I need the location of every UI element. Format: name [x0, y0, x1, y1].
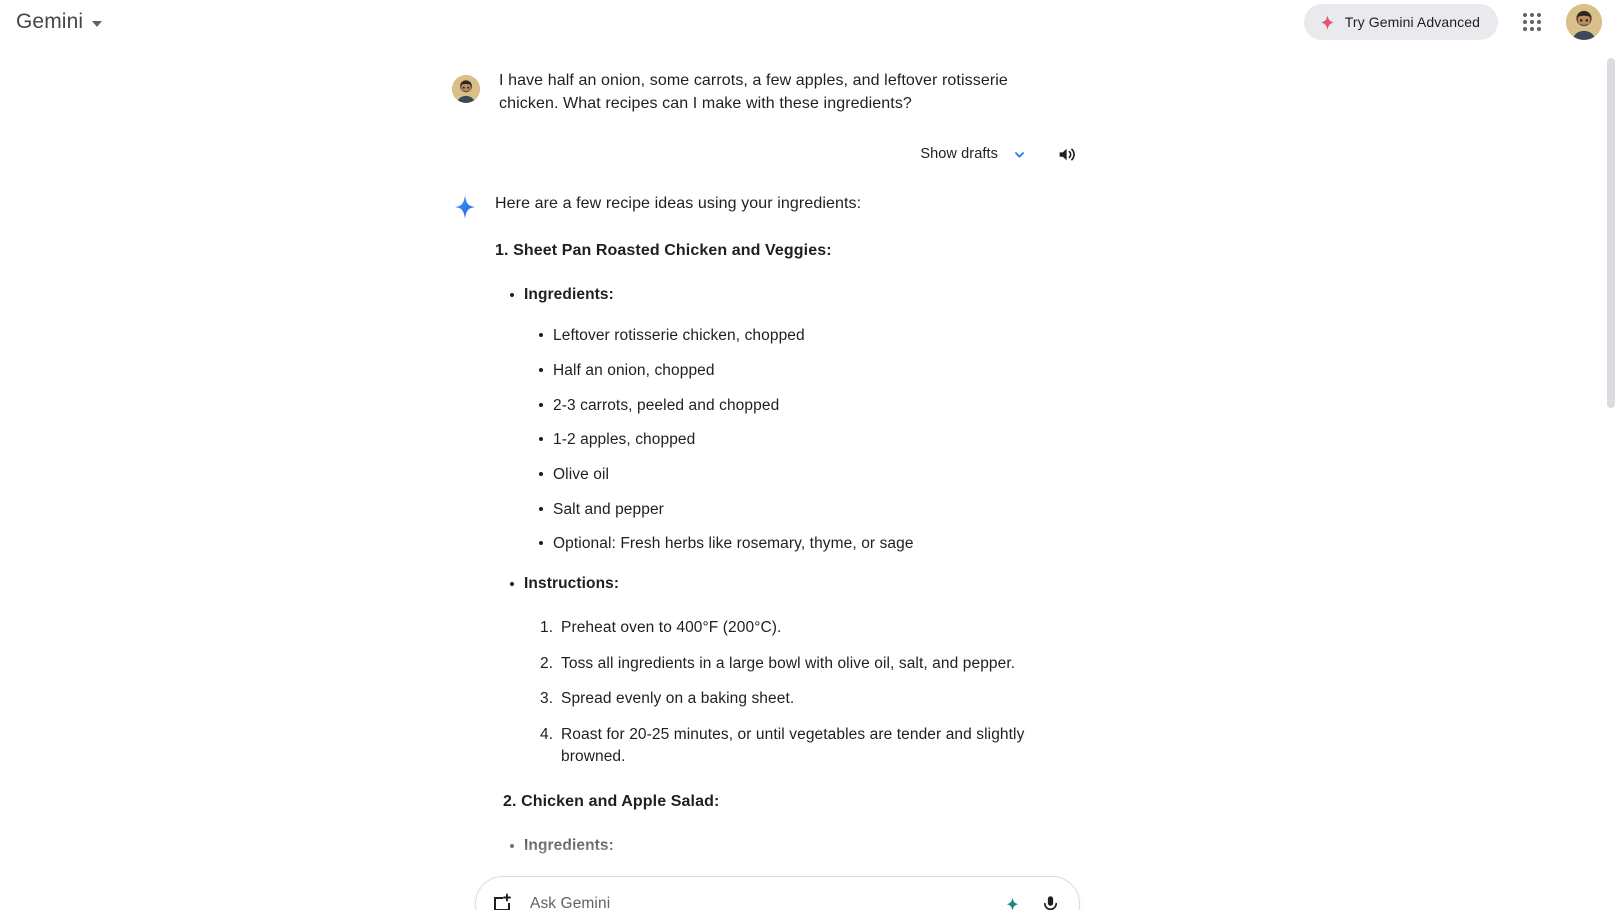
top-bar: Gemini Try Gemini Advanced: [0, 0, 1618, 44]
speaker-volume-icon: [1059, 148, 1075, 161]
scrollbar-thumb[interactable]: [1607, 58, 1615, 408]
list-item: Olive oil: [539, 464, 1092, 486]
model-turn: Here are a few recipe ideas using your i…: [452, 192, 1092, 910]
account-avatar-button[interactable]: [1566, 4, 1602, 40]
model-answer: Here are a few recipe ideas using your i…: [495, 192, 1092, 910]
composer-bar[interactable]: [475, 876, 1080, 910]
list-item: Salt and pepper: [539, 499, 1092, 521]
user-avatar: [452, 75, 480, 103]
recipe-heading: 2. Chicken and Apple Salad:: [503, 793, 720, 811]
ingredient-list: Leftover rotisserie chicken, chopped Hal…: [524, 325, 1092, 555]
show-drafts-label: Show drafts: [920, 146, 998, 163]
drafts-row: Show drafts: [452, 134, 1092, 174]
conversation-scroll-area[interactable]: I have half an onion, some carrots, a fe…: [0, 44, 1618, 910]
listen-speaker-button[interactable]: [1047, 134, 1087, 174]
microphone-button[interactable]: [1037, 891, 1063, 910]
gemini-sparkle-icon: [454, 195, 476, 220]
sparkle-icon: [1320, 14, 1334, 30]
answer-intro: Here are a few recipe ideas using your i…: [495, 195, 862, 213]
list-item: Spread evenly on a baking sheet.: [540, 688, 795, 709]
instruction-list: Preheat oven to 400°F (200°C). Toss all …: [524, 617, 1092, 767]
list-item: Half an onion, chopped: [539, 360, 1092, 382]
chevron-down-icon: [1015, 152, 1024, 158]
top-bar-actions: Try Gemini Advanced: [1303, 0, 1618, 44]
ask-gemini-input[interactable]: [528, 894, 987, 910]
section-instructions: Instructions: Preheat oven to 400°F (200…: [510, 573, 1092, 767]
show-drafts-button[interactable]: Show drafts: [912, 140, 1036, 169]
avatar: [1566, 4, 1602, 40]
microphone-icon: [1043, 895, 1057, 910]
section-label: Ingredients:: [524, 285, 614, 303]
user-turn: I have half an onion, some carrots, a fe…: [452, 70, 1092, 115]
scrollbar-track[interactable]: [1603, 44, 1618, 910]
section-label: Instructions:: [524, 575, 620, 593]
user-message-text: I have half an onion, some carrots, a fe…: [499, 72, 1008, 112]
add-photo-icon[interactable]: [490, 892, 514, 910]
list-item: 2-3 carrots, peeled and chopped: [539, 395, 1092, 417]
section-label: Ingredients:: [524, 837, 614, 855]
list-item: Leftover rotisserie chicken, chopped: [539, 325, 1092, 347]
try-gemini-advanced-label: Try Gemini Advanced: [1344, 14, 1480, 30]
brand-menu-button[interactable]: Gemini: [8, 6, 110, 38]
app-title: Gemini: [16, 10, 84, 33]
apps-grid-icon: [1522, 12, 1542, 32]
list-item: 1-2 apples, chopped: [539, 429, 1092, 451]
google-apps-button[interactable]: [1510, 0, 1554, 44]
try-gemini-advanced-button[interactable]: Try Gemini Advanced: [1303, 4, 1498, 40]
list-item: Optional: Fresh herbs like rosemary, thy…: [539, 533, 1092, 555]
chevron-down-icon: [92, 20, 103, 27]
recipe-sections: Ingredients: Leftover rotisserie chicken…: [495, 284, 1092, 768]
section-ingredients: Ingredients: Leftover rotisserie chicken…: [510, 284, 1092, 556]
sparkle-suggest-button[interactable]: [999, 891, 1025, 910]
list-item: Toss all ingredients in a large bowl wit…: [540, 653, 1016, 674]
conversation: I have half an onion, some carrots, a fe…: [452, 70, 1092, 910]
list-item: Preheat oven to 400°F (200°C).: [540, 617, 782, 638]
sparkle-icon: [1006, 896, 1018, 910]
recipe-heading: 1. Sheet Pan Roasted Chicken and Veggies…: [495, 241, 832, 259]
list-item: Roast for 20-25 minutes, or until vegeta…: [540, 724, 1025, 765]
